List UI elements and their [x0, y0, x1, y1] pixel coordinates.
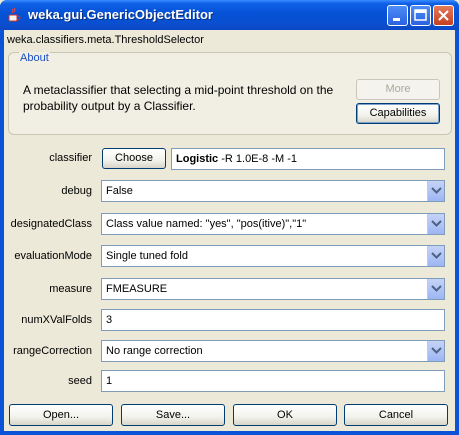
save-button[interactable]: Save... — [121, 404, 225, 426]
more-button[interactable]: More — [356, 79, 440, 100]
open-button[interactable]: Open... — [9, 404, 113, 426]
editor-window: weka.gui.GenericObjectEditor weka.classi… — [0, 0, 459, 435]
maximize-button[interactable] — [410, 5, 431, 26]
java-coffee-cup-icon — [8, 7, 21, 22]
classifier-label: classifier — [49, 152, 92, 164]
maximize-icon — [414, 9, 427, 21]
ok-button[interactable]: OK — [233, 404, 337, 426]
about-panel-title: About — [19, 52, 50, 64]
chevron-down-icon — [431, 187, 442, 194]
seed-label: seed — [68, 375, 92, 387]
window-title: weka.gui.GenericObjectEditor — [28, 7, 213, 22]
evaluation-mode-value: Single tuned fold — [106, 250, 188, 262]
seed-input[interactable]: 1 — [101, 370, 445, 392]
range-correction-value: No range correction — [106, 345, 203, 357]
designated-class-label: designatedClass — [10, 218, 92, 230]
evaluation-mode-select[interactable]: Single tuned fold — [101, 245, 445, 267]
evaluation-mode-dropdown-button[interactable] — [427, 246, 444, 266]
object-class-name: weka.classifiers.meta.ThresholdSelector — [7, 34, 204, 46]
designated-class-value: Class value named: "yes", "pos(itive)","… — [106, 218, 307, 230]
minimize-button[interactable] — [387, 5, 408, 26]
editor-body: weka.classifiers.meta.ThresholdSelector … — [4, 30, 455, 431]
designated-class-select[interactable]: Class value named: "yes", "pos(itive)","… — [101, 213, 445, 235]
range-correction-label: rangeCorrection — [13, 345, 92, 357]
evaluation-mode-label: evaluationMode — [14, 250, 92, 262]
measure-value: FMEASURE — [106, 283, 168, 295]
debug-dropdown-button[interactable] — [427, 181, 444, 201]
classifier-field[interactable]: Logistic -R 1.0E-8 -M -1 — [171, 148, 445, 170]
minimize-icon — [393, 18, 400, 21]
capabilities-button[interactable]: Capabilities — [356, 103, 440, 124]
designated-class-dropdown-button[interactable] — [427, 214, 444, 234]
chevron-down-icon — [431, 285, 442, 292]
measure-label: measure — [49, 283, 92, 295]
close-button[interactable] — [433, 5, 454, 26]
choose-classifier-button[interactable]: Choose — [102, 148, 166, 169]
debug-value: False — [106, 185, 133, 197]
chevron-down-icon — [431, 220, 442, 227]
about-description: A metaclassifier that selecting a mid-po… — [23, 83, 334, 113]
range-correction-select[interactable]: No range correction — [101, 340, 445, 362]
title-bar[interactable]: weka.gui.GenericObjectEditor — [0, 0, 459, 30]
measure-select[interactable]: FMEASURE — [101, 278, 445, 300]
num-x-val-folds-label: numXValFolds — [21, 314, 92, 326]
measure-dropdown-button[interactable] — [427, 279, 444, 299]
seed-value: 1 — [106, 375, 113, 387]
num-x-val-folds-value: 3 — [106, 314, 113, 326]
classifier-name: Logistic — [176, 153, 219, 165]
num-x-val-folds-input[interactable]: 3 — [101, 309, 445, 331]
range-correction-dropdown-button[interactable] — [427, 341, 444, 361]
chevron-down-icon — [431, 347, 442, 354]
debug-select[interactable]: False — [101, 180, 445, 202]
chevron-down-icon — [431, 252, 442, 259]
debug-label: debug — [61, 185, 92, 197]
cancel-button[interactable]: Cancel — [344, 404, 448, 426]
close-icon — [438, 10, 449, 21]
about-panel: About A metaclassifier that selecting a … — [8, 52, 452, 135]
classifier-options: -R 1.0E-8 -M -1 — [218, 153, 298, 165]
